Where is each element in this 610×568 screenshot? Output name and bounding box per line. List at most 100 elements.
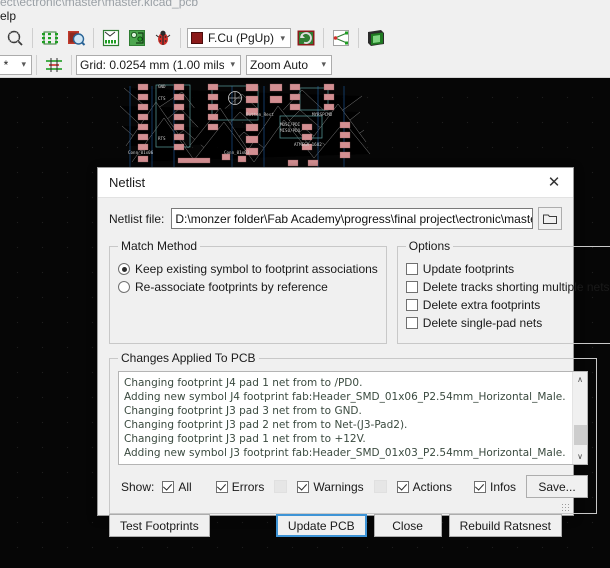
- filter-warnings-icon[interactable]: [297, 480, 310, 493]
- svg-text:RTS: RTS: [158, 136, 166, 141]
- filter-errors[interactable]: Errors: [215, 479, 265, 494]
- 3d-viewer-icon[interactable]: [364, 26, 388, 50]
- chevron-down-icon[interactable]: ▾: [15, 60, 28, 69]
- chevron-down-icon[interactable]: ▾: [274, 33, 287, 43]
- highlight-net-icon[interactable]: [329, 26, 353, 50]
- options-legend: Options: [408, 239, 451, 253]
- netlist-file-input[interactable]: D:\monzer folder\Fab Academy\progress\fi…: [171, 208, 533, 229]
- svg-text:Conn_01x03: Conn_01x03: [224, 150, 250, 155]
- svg-text:GND: GND: [158, 84, 166, 89]
- toolbar-separator: [93, 28, 94, 48]
- toolbar-separator: [36, 54, 37, 75]
- netlist-icon[interactable]: [99, 26, 123, 50]
- scrollbar-track[interactable]: [573, 387, 588, 449]
- filter-infos-label: Infos: [489, 479, 516, 494]
- update-pcb-icon[interactable]: [125, 26, 149, 50]
- toolbar-separator: [358, 28, 359, 48]
- changes-log-text: Changing footprint J4 pad 1 net from to …: [119, 372, 572, 464]
- rebuild-ratsnest-button[interactable]: Rebuild Ratsnest: [448, 514, 562, 537]
- menu-help[interactable]: elp: [0, 11, 16, 23]
- checkbox-delete-single-pad-nets[interactable]: Delete single-pad nets: [405, 316, 610, 330]
- log-line: Adding new symbol J3 footprint fab:Heade…: [124, 447, 566, 459]
- layer-pair-icon[interactable]: [294, 26, 318, 50]
- resize-grip-icon[interactable]: [561, 503, 571, 513]
- log-line: Changing footprint J3 pad 1 net from to …: [124, 433, 366, 445]
- update-pcb-button[interactable]: Update PCB: [275, 514, 367, 537]
- filter-actions-icon[interactable]: [396, 480, 409, 493]
- zoom-cursor-icon[interactable]: [3, 26, 27, 50]
- close-icon[interactable]: ✕: [541, 172, 567, 194]
- grid-select[interactable]: Grid: 0.0254 mm (1.00 mils) ▾: [76, 54, 241, 75]
- radio-keep-existing[interactable]: Keep existing symbol to footprint associ…: [118, 262, 378, 276]
- netlist-file-label: Netlist file:: [109, 211, 165, 226]
- filter-errors-label: Errors: [231, 479, 265, 494]
- log-line: Changing footprint J4 pad 1 net from to …: [124, 377, 363, 389]
- checkbox-delete-extra-footprints-label: Delete extra footprints: [422, 298, 541, 312]
- checkbox-delete-shorting-tracks[interactable]: Delete tracks shorting multiple nets: [405, 280, 610, 294]
- chevron-down-icon[interactable]: ▾: [224, 60, 237, 69]
- checkbox-delete-extra-footprints-icon[interactable]: [405, 299, 418, 311]
- filter-all-label: All: [178, 479, 192, 494]
- filter-all-icon[interactable]: [162, 480, 175, 493]
- zoom-value: Zoom Auto: [250, 57, 309, 72]
- browse-button[interactable]: [538, 207, 562, 230]
- scroll-up-icon[interactable]: ∧: [573, 372, 588, 387]
- toolbar-separator: [32, 28, 33, 48]
- checkbox-delete-extra-footprints[interactable]: Delete extra footprints: [405, 298, 610, 312]
- svg-text:CTS: CTS: [158, 96, 166, 101]
- settings-groups: Match Method Keep existing symbol to foo…: [109, 239, 610, 344]
- toolbar-separator: [71, 54, 72, 75]
- drc-bug-icon[interactable]: [151, 26, 175, 50]
- test-footprints-button[interactable]: Test Footprints: [109, 514, 210, 537]
- zoom-select[interactable]: Zoom Auto ▾: [246, 54, 332, 75]
- filter-actions[interactable]: Actions: [396, 480, 452, 494]
- netlist-dialog: Netlist ✕ Netlist file: D:\monzer folder…: [97, 167, 610, 537]
- scrollbar-thumb[interactable]: [573, 425, 587, 445]
- window-titlebar: ect\ectronic\master\master.kicad_pcb: [0, 0, 610, 11]
- changes-group: Changes Applied To PCB Changing footprin…: [109, 351, 597, 514]
- pcb-artwork: GND CTS RTS Button_Rest MYRSPCMD MOSI/PD…: [119, 83, 371, 168]
- changes-legend: Changes Applied To PCB: [121, 351, 256, 365]
- menubar[interactable]: elp: [0, 11, 610, 24]
- checkbox-delete-single-pad-nets-icon[interactable]: [405, 317, 418, 329]
- toolbar-separator: [323, 28, 324, 48]
- close-button[interactable]: Close: [373, 514, 442, 537]
- checkbox-delete-shorting-tracks-icon[interactable]: [405, 281, 418, 293]
- radio-reassociate-label: Re-associate footprints by reference: [135, 280, 328, 294]
- checkbox-update-footprints-label: Update footprints: [422, 262, 515, 276]
- match-method-group: Match Method Keep existing symbol to foo…: [109, 239, 387, 344]
- show-filter-row: Show: All Errors Warnings Actions Infos …: [118, 470, 588, 504]
- track-width-icon[interactable]: [42, 53, 66, 77]
- changes-log-scrollbar[interactable]: ∧ ∨: [572, 372, 587, 464]
- filter-warnings[interactable]: Warnings: [297, 479, 364, 494]
- kicad-pcbnew-window: ect\ectronic\master\master.kicad_pcb elp: [0, 0, 610, 568]
- footprint-editor-icon[interactable]: [38, 26, 62, 50]
- active-layer-select[interactable]: F.Cu (PgUp) ▾: [187, 28, 291, 48]
- svg-text:ATMEGA-16U2: ATMEGA-16U2: [294, 142, 322, 147]
- radio-reassociate[interactable]: Re-associate footprints by reference: [118, 280, 378, 294]
- changes-log[interactable]: Changing footprint J4 pad 1 net from to …: [118, 371, 588, 465]
- secondary-toolbar: mils) * ▾ Grid: 0.0254 mm (1.00 mils) ▾ …: [0, 52, 610, 78]
- chevron-down-icon[interactable]: ▾: [315, 60, 328, 69]
- radio-keep-existing-icon[interactable]: [118, 263, 130, 275]
- units-value: mils) *: [0, 57, 9, 72]
- save-button[interactable]: Save...: [526, 475, 588, 498]
- window-title: ect\ectronic\master\master.kicad_pcb: [0, 0, 199, 9]
- layer-color-swatch: [191, 32, 203, 44]
- scroll-down-icon[interactable]: ∨: [573, 449, 588, 464]
- filter-infos-icon[interactable]: [473, 480, 486, 493]
- filter-errors-icon[interactable]: [215, 480, 228, 493]
- checkbox-update-footprints[interactable]: Update footprints: [405, 262, 610, 276]
- log-line: Changing footprint J3 pad 3 net from to …: [124, 405, 362, 417]
- radio-reassociate-icon[interactable]: [118, 281, 130, 293]
- checkbox-update-footprints-icon[interactable]: [405, 263, 418, 275]
- checkbox-delete-shorting-tracks-label: Delete tracks shorting multiple nets: [422, 280, 610, 294]
- footprint-inspect-icon[interactable]: [64, 26, 88, 50]
- filter-warnings-label: Warnings: [313, 479, 364, 494]
- grid-value: Grid: 0.0254 mm (1.00 mils): [80, 57, 225, 72]
- active-layer-value: F.Cu (PgUp): [208, 31, 275, 45]
- units-select[interactable]: mils) * ▾: [0, 54, 32, 75]
- main-toolbar: F.Cu (PgUp) ▾: [0, 24, 610, 52]
- filter-all[interactable]: All: [162, 479, 192, 494]
- filter-infos[interactable]: Infos: [473, 479, 516, 494]
